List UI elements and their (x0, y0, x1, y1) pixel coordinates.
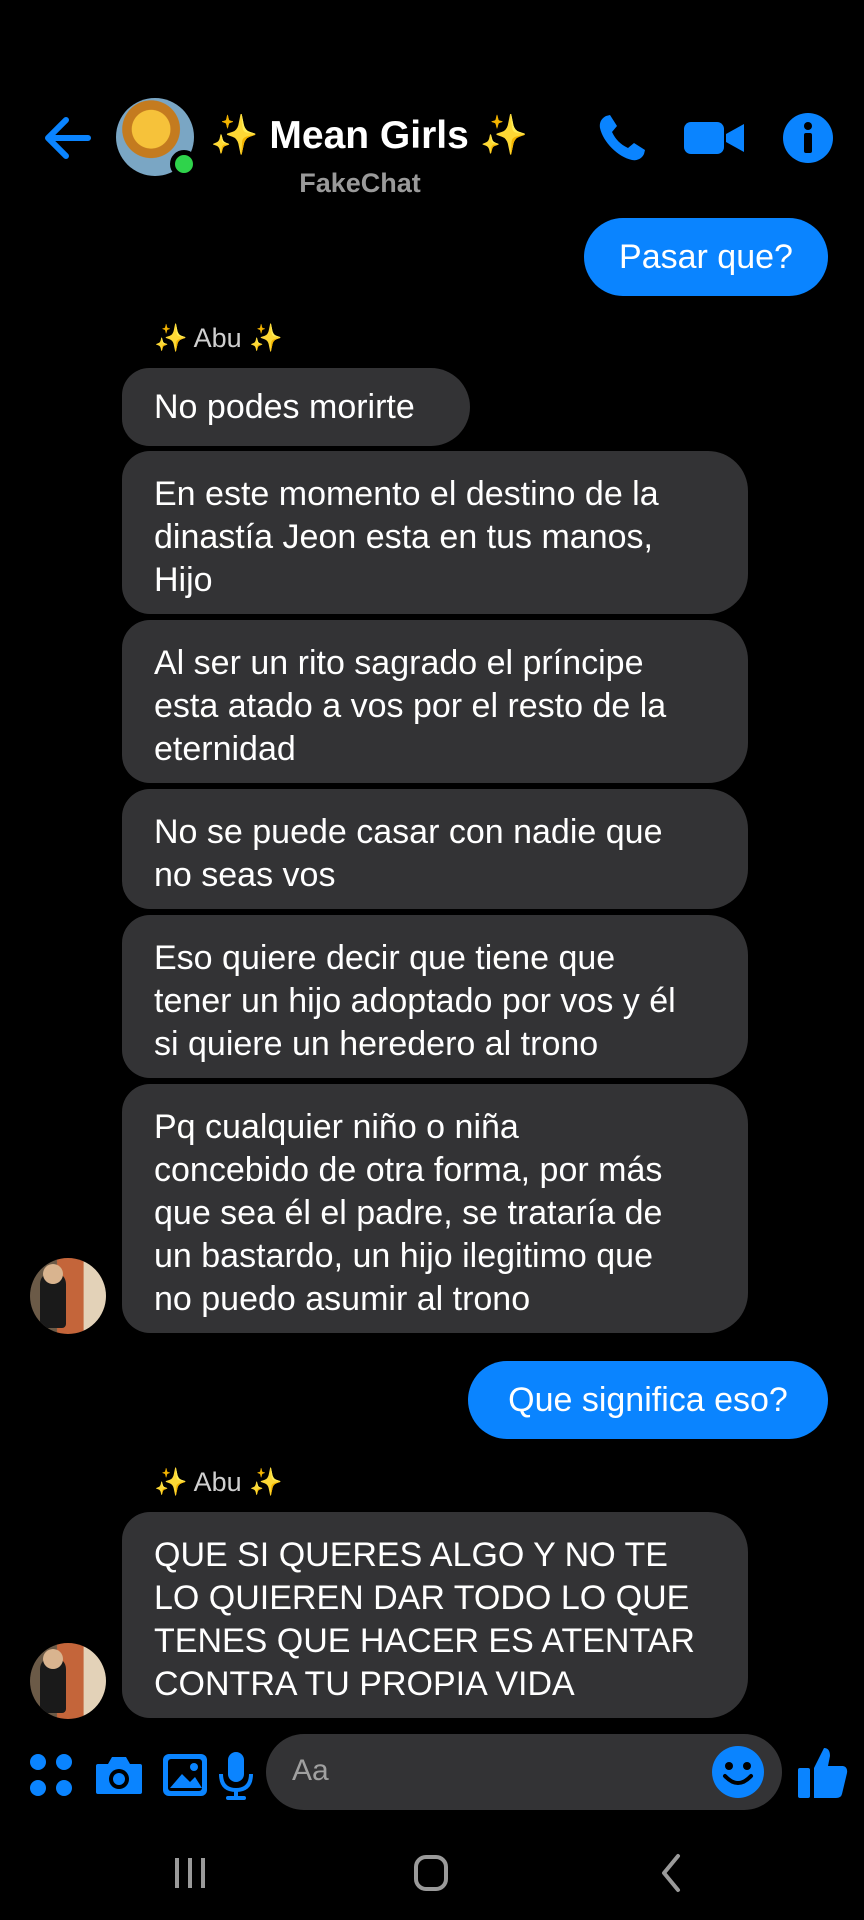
message-line: eternidad (154, 730, 296, 768)
image-icon[interactable] (158, 1748, 212, 1802)
message-outgoing[interactable]: Que significa eso? (468, 1361, 828, 1439)
message-line: TENES QUE HACER ES ATENTAR (154, 1622, 695, 1660)
chat-title: ✨ Mean Girls ✨ (210, 114, 529, 157)
message-line: LO QUIEREN DAR TODO LO QUE (154, 1579, 690, 1617)
microphone-icon[interactable] (214, 1748, 258, 1802)
message-outgoing[interactable]: Pasar que? (584, 218, 828, 296)
sender-avatar[interactable] (30, 1643, 106, 1719)
thumbs-up-icon[interactable] (796, 1744, 850, 1802)
info-icon[interactable] (778, 108, 838, 168)
message-incoming[interactable]: Pq cualquier niño o niña concebido de ot… (122, 1084, 748, 1333)
message-line: Al ser un rito sagrado el príncipe (154, 644, 644, 682)
group-avatar[interactable] (116, 98, 198, 178)
message-line: Hijo (154, 561, 213, 599)
message-line: QUE SI QUERES ALGO Y NO TE (154, 1536, 668, 1574)
message-incoming[interactable]: No podes morirte (122, 368, 470, 446)
avatar-head (43, 1649, 63, 1669)
message-line: dinastía Jeon esta en tus manos, (154, 518, 653, 556)
sender-name: ✨ Abu ✨ (154, 1467, 283, 1497)
message-line: esta atado a vos por el resto de la (154, 687, 667, 725)
message-line: no puedo asumir al trono (154, 1280, 531, 1318)
system-navigation-bar (0, 1820, 864, 1920)
message-line: no seas vos (154, 856, 336, 894)
chat-subtitle: FakeChat (299, 168, 421, 198)
avatar-head (43, 1264, 63, 1284)
message-line: En este momento el destino de la (154, 475, 659, 513)
message-incoming[interactable]: En este momento el destino de la dinastí… (122, 451, 748, 614)
message-line: No se puede casar con nadie que (154, 813, 663, 851)
message-incoming[interactable]: No se puede casar con nadie que no seas … (122, 789, 748, 909)
phone-icon[interactable] (592, 108, 652, 168)
message-incoming[interactable]: Al ser un rito sagrado el príncipe esta … (122, 620, 748, 783)
message-incoming[interactable]: QUE SI QUERES ALGO Y NO TE LO QUIEREN DA… (122, 1512, 748, 1718)
message-line: que sea él el padre, se trataría de (154, 1194, 663, 1232)
camera-icon[interactable] (92, 1748, 146, 1802)
message-text: No podes morirte (154, 388, 415, 426)
message-line: tener un hijo adoptado por vos y él (154, 982, 676, 1020)
sender-avatar[interactable] (30, 1258, 106, 1334)
message-line: CONTRA TU PROPIA VIDA (154, 1665, 575, 1703)
smiley-icon[interactable] (710, 1744, 766, 1800)
message-input[interactable]: Aa (266, 1734, 782, 1810)
message-incoming[interactable]: Eso quiere decir que tiene que tener un … (122, 915, 748, 1078)
arrow-left-icon[interactable] (38, 108, 98, 168)
back-nav-icon[interactable] (642, 1848, 702, 1898)
message-line: Eso quiere decir que tiene que (154, 939, 616, 977)
message-line: un bastardo, un hijo ilegitimo que (154, 1237, 653, 1275)
message-line: si quiere un heredero al trono (154, 1025, 599, 1063)
chat-header: ✨ Mean Girls ✨ FakeChat (0, 0, 864, 215)
four-dots-icon[interactable] (26, 1750, 76, 1800)
video-camera-icon[interactable] (682, 108, 746, 168)
input-placeholder: Aa (292, 1754, 329, 1787)
message-text: Que significa eso? (508, 1381, 788, 1419)
chat-title-block[interactable]: ✨ Mean Girls ✨ FakeChat (210, 112, 529, 199)
home-icon[interactable] (401, 1848, 461, 1898)
message-composer: Aa (0, 1730, 864, 1820)
recent-apps-icon[interactable] (160, 1848, 220, 1898)
message-line: concebido de otra forma, por más (154, 1151, 663, 1189)
message-line: Pq cualquier niño o niña (154, 1108, 519, 1146)
sender-name: ✨ Abu ✨ (154, 323, 283, 353)
message-text: Pasar que? (619, 238, 793, 276)
online-status-dot (170, 150, 198, 178)
